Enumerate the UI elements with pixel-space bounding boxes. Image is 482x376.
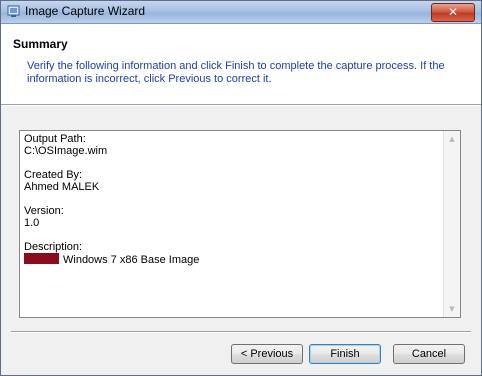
- summary-content: Output Path: C:\OSImage.wim Created By: …: [24, 133, 442, 266]
- vertical-scrollbar[interactable]: ▲ ▼: [443, 131, 460, 317]
- description-label: Description:: [24, 241, 83, 253]
- window-title: Image Capture Wizard: [25, 4, 146, 18]
- instructions-text: Verify the following information and cli…: [27, 60, 445, 85]
- scroll-down-arrow-icon[interactable]: ▼: [444, 302, 460, 316]
- finish-button[interactable]: Finish: [309, 344, 381, 364]
- header-divider: [1, 104, 481, 106]
- header-panel: Summary Verify the following information…: [1, 24, 481, 104]
- previous-button[interactable]: < Previous: [231, 344, 303, 364]
- created-by-label: Created By:: [24, 169, 83, 181]
- title-bar[interactable]: Image Capture Wizard ✕: [1, 1, 481, 24]
- created-by-value: Ahmed MALEK: [24, 181, 100, 193]
- wizard-window: Image Capture Wizard ✕ Summary Verify th…: [0, 0, 482, 376]
- summary-textbox[interactable]: Output Path: C:\OSImage.wim Created By: …: [19, 130, 461, 318]
- version-label: Version:: [24, 205, 64, 217]
- close-icon: ✕: [447, 5, 459, 19]
- close-button[interactable]: ✕: [431, 3, 475, 22]
- scroll-up-arrow-icon[interactable]: ▲: [444, 132, 460, 146]
- output-path-value: C:\OSImage.wim: [24, 145, 108, 157]
- output-path-label: Output Path:: [24, 133, 86, 145]
- redaction-block: [24, 253, 59, 264]
- description-value: Windows 7 x86 Base Image: [63, 254, 200, 266]
- wizard-window-icon: [7, 5, 21, 18]
- footer-divider: [11, 331, 471, 333]
- page-heading: Summary: [13, 37, 68, 51]
- description-row: Windows 7 x86 Base Image: [24, 253, 442, 266]
- cancel-button[interactable]: Cancel: [393, 344, 465, 364]
- version-value: 1.0: [24, 217, 40, 229]
